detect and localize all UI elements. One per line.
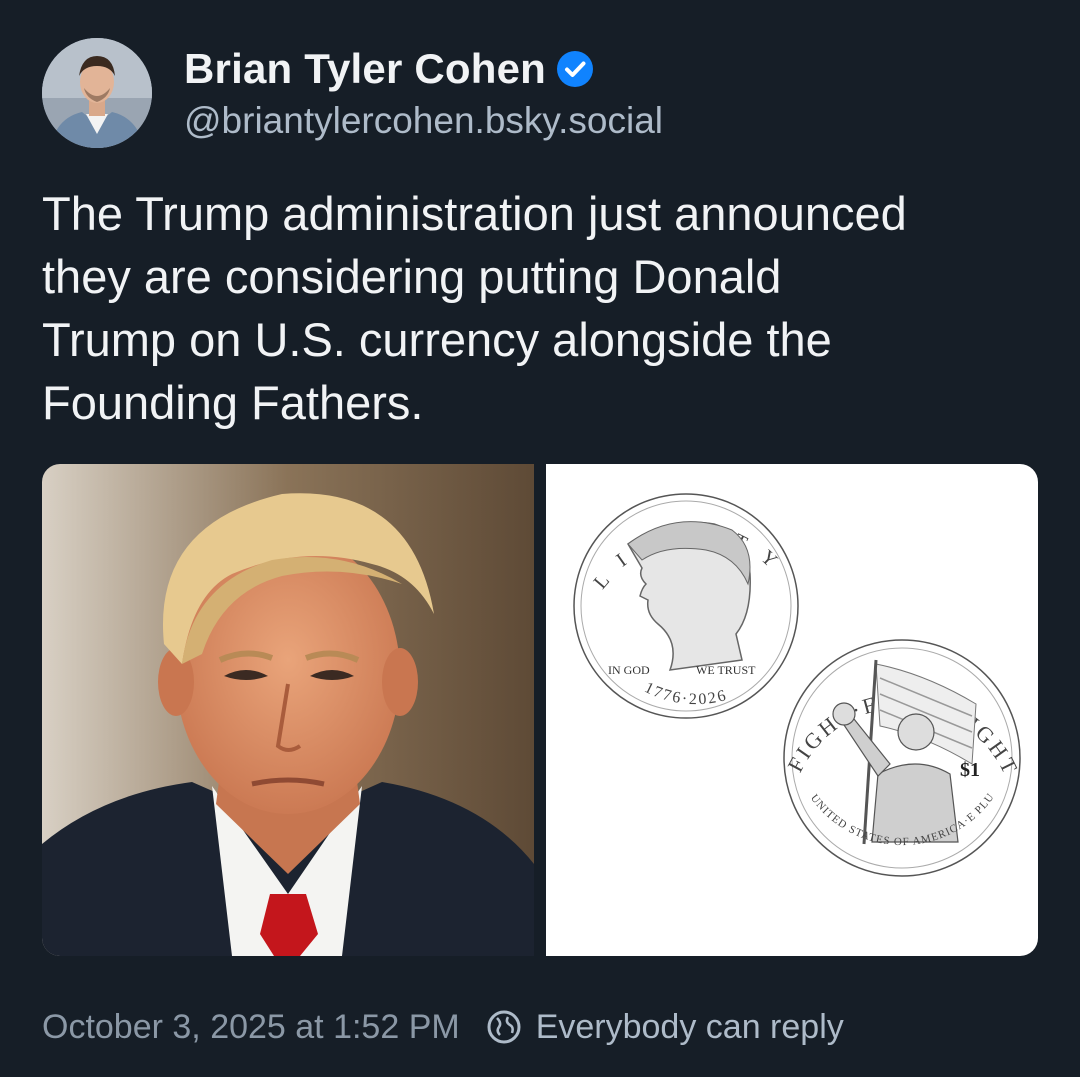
author-handle[interactable]: @briantylercohen.bsky.social [184, 100, 663, 142]
reply-permission-icon [486, 1009, 522, 1045]
author-display-name: Brian Tyler Cohen [184, 45, 547, 92]
coin-front-motto-left: IN GOD [608, 663, 650, 677]
avatar-image [42, 38, 152, 148]
verified-badge-icon [556, 50, 594, 88]
post-timestamp[interactable]: October 3, 2025 at 1:52 PM [42, 1008, 460, 1047]
coin-front: LIBERTY IN GOD WE TRUST 1776·2026 [573, 493, 799, 719]
post-text: The Trump administration just announced … [42, 187, 907, 429]
reply-setting-text[interactable]: Everybody can reply [536, 1008, 844, 1047]
post-footer: October 3, 2025 at 1:52 PM Everybody can… [42, 1000, 844, 1054]
post-image-coin[interactable]: LIBERTY IN GOD WE TRUST 1776·2026 FIGHT·… [546, 464, 1038, 956]
coin-front-motto-right: WE TRUST [696, 663, 756, 677]
portrait-illustration [42, 464, 534, 956]
post-image-portrait[interactable] [42, 464, 534, 956]
author-name-row[interactable]: Brian Tyler Cohen [184, 42, 594, 96]
avatar[interactable] [42, 38, 152, 148]
coin-back-value: $1 [960, 759, 980, 781]
coin-illustration: LIBERTY IN GOD WE TRUST 1776·2026 FIGHT·… [546, 464, 1021, 877]
post-card: Brian Tyler Cohen @briantylercohen.bsky.… [0, 0, 1080, 1077]
